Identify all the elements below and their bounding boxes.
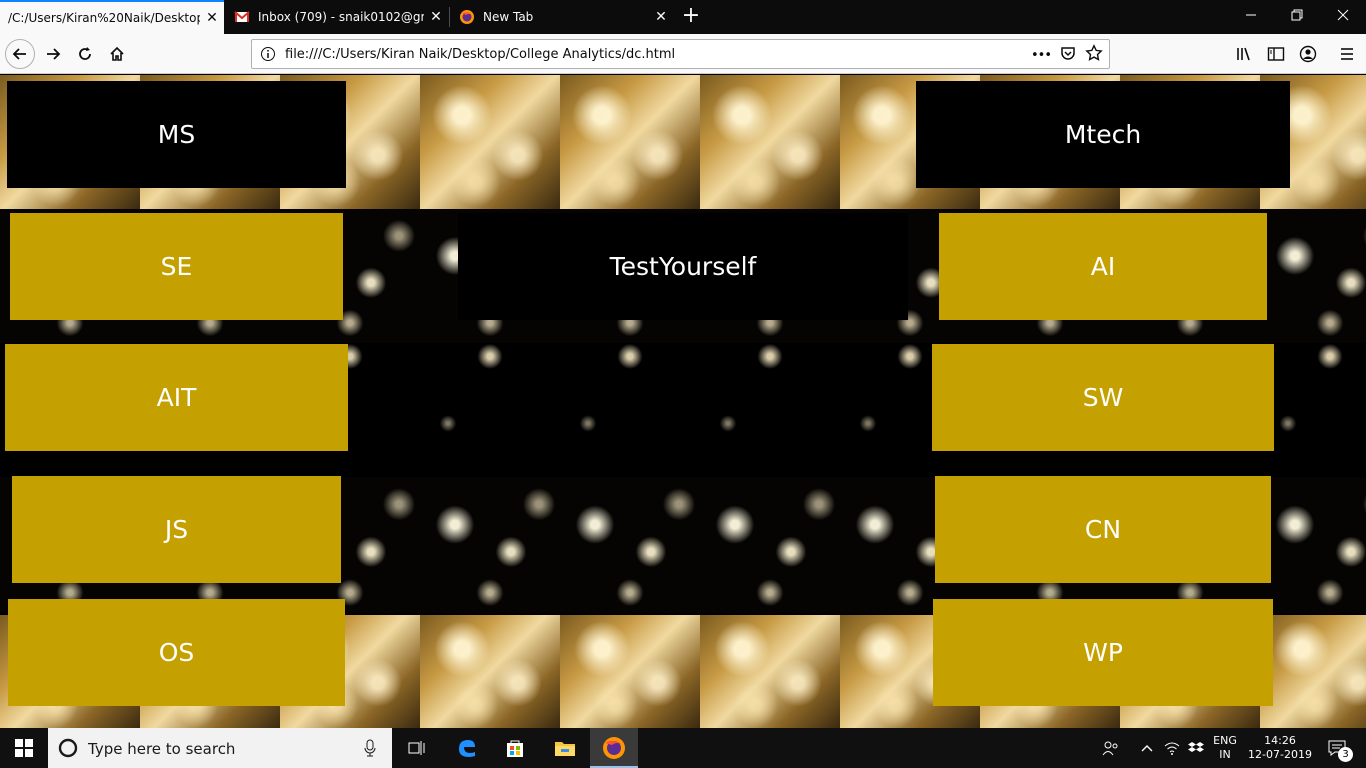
- close-tab-icon[interactable]: ✕: [200, 10, 224, 26]
- firefox-icon: [459, 9, 475, 25]
- clock-date: 12-07-2019: [1248, 748, 1312, 761]
- account-button[interactable]: [1293, 39, 1323, 69]
- close-icon: [1337, 9, 1349, 21]
- subject-button-wp[interactable]: WP: [933, 599, 1273, 706]
- page-actions-icon[interactable]: •••: [1031, 48, 1052, 63]
- windows-taskbar: Type here to search ENG IN 14:26 12-07-2…: [0, 728, 1366, 768]
- page-content: MS Mtech TestYourself SE AIT JS OS AI SW…: [0, 75, 1366, 728]
- info-icon[interactable]: [260, 46, 276, 66]
- clock-time: 14:26: [1264, 734, 1296, 747]
- tab-local-file[interactable]: /C:/Users/Kiran%20Naik/Desktop/C ✕: [0, 0, 224, 34]
- bookmark-star-icon[interactable]: [1085, 44, 1103, 66]
- back-button[interactable]: [5, 39, 35, 69]
- arrow-left-icon: [12, 48, 26, 60]
- hamburger-menu-icon: [1341, 48, 1353, 60]
- microphone-icon[interactable]: [364, 739, 376, 761]
- url-bar[interactable]: file:///C:/Users/Kiran Naik/Desktop/Coll…: [251, 39, 1110, 69]
- firefox-taskbar-button[interactable]: [590, 728, 638, 768]
- store-icon: [507, 740, 523, 757]
- dropbox-icon: [1188, 742, 1204, 752]
- close-window-button[interactable]: [1320, 0, 1366, 34]
- subject-button-se[interactable]: SE: [10, 213, 343, 320]
- task-view-button[interactable]: [394, 728, 440, 768]
- tab-strip: /C:/Users/Kiran%20Naik/Desktop/C ✕ Inbox…: [0, 0, 1366, 34]
- folder-icon: [555, 742, 575, 756]
- tab-gmail[interactable]: Inbox (709) - snaik0102@gmail ✕: [226, 0, 448, 34]
- reload-icon: [79, 47, 91, 60]
- tab-separator: [449, 7, 450, 27]
- region-code: IN: [1219, 748, 1231, 761]
- close-tab-icon[interactable]: ✕: [424, 9, 448, 25]
- pocket-icon[interactable]: [1059, 44, 1077, 66]
- people-icon: [1102, 741, 1118, 756]
- dropbox-button[interactable]: [1184, 728, 1208, 768]
- action-center-button[interactable]: 3: [1318, 728, 1358, 768]
- ms-button[interactable]: MS: [7, 81, 346, 188]
- restore-icon: [1291, 9, 1303, 21]
- clock[interactable]: 14:26 12-07-2019: [1246, 728, 1314, 768]
- search-placeholder: Type here to search: [88, 740, 236, 758]
- edge-button[interactable]: [444, 728, 490, 768]
- chevron-up-icon: [1141, 745, 1153, 752]
- store-button[interactable]: [492, 728, 538, 768]
- subject-button-cn[interactable]: CN: [935, 476, 1271, 583]
- minimize-icon: [1246, 14, 1256, 16]
- navigation-toolbar: file:///C:/Users/Kiran Naik/Desktop/Coll…: [0, 34, 1366, 74]
- tab-title: New Tab: [483, 10, 534, 24]
- minimize-button[interactable]: [1228, 0, 1274, 34]
- notification-count-badge: 3: [1338, 747, 1353, 762]
- start-button[interactable]: [0, 728, 48, 768]
- account-icon: [1299, 45, 1317, 63]
- language-indicator[interactable]: ENG IN: [1208, 728, 1242, 768]
- people-button[interactable]: [1097, 728, 1125, 768]
- file-explorer-button[interactable]: [542, 728, 588, 768]
- subject-button-ai[interactable]: AI: [939, 213, 1267, 320]
- restore-button[interactable]: [1274, 0, 1320, 34]
- test-yourself-button[interactable]: TestYourself: [458, 213, 908, 320]
- arrow-right-icon: [47, 48, 61, 60]
- library-button[interactable]: [1229, 39, 1259, 69]
- url-text[interactable]: file:///C:/Users/Kiran Naik/Desktop/Coll…: [285, 47, 675, 62]
- subject-button-js[interactable]: JS: [12, 476, 341, 583]
- tab-new-tab[interactable]: New Tab ✕: [451, 0, 673, 34]
- tab-title: Inbox (709) - snaik0102@gmail: [258, 10, 424, 24]
- forward-button[interactable]: [38, 39, 68, 69]
- show-hidden-icons-button[interactable]: [1136, 728, 1158, 768]
- task-view-icon: [408, 741, 425, 755]
- network-button[interactable]: [1160, 728, 1184, 768]
- menu-button[interactable]: [1332, 39, 1362, 69]
- subject-button-ait[interactable]: AIT: [5, 344, 348, 451]
- home-icon: [110, 46, 124, 61]
- sidebar-icon: [1267, 47, 1285, 61]
- gmail-icon: [234, 9, 250, 25]
- windows-logo-icon: [15, 739, 33, 757]
- tab-title: /C:/Users/Kiran%20Naik/Desktop/C: [8, 11, 200, 25]
- sidebar-button[interactable]: [1261, 39, 1291, 69]
- cortana-icon: [58, 738, 78, 762]
- reload-button[interactable]: [70, 39, 100, 69]
- firefox-icon: [602, 736, 626, 764]
- library-icon: [1237, 47, 1250, 61]
- subject-button-os[interactable]: OS: [8, 599, 345, 706]
- taskbar-search-box[interactable]: Type here to search: [48, 728, 392, 768]
- mtech-button[interactable]: Mtech: [916, 81, 1290, 188]
- home-button[interactable]: [102, 39, 132, 69]
- edge-icon: [459, 740, 475, 757]
- language-code: ENG: [1213, 734, 1237, 747]
- new-tab-button[interactable]: +: [676, 2, 706, 32]
- subject-button-sw[interactable]: SW: [932, 344, 1274, 451]
- close-tab-icon[interactable]: ✕: [649, 9, 673, 25]
- wifi-icon: [1164, 742, 1180, 755]
